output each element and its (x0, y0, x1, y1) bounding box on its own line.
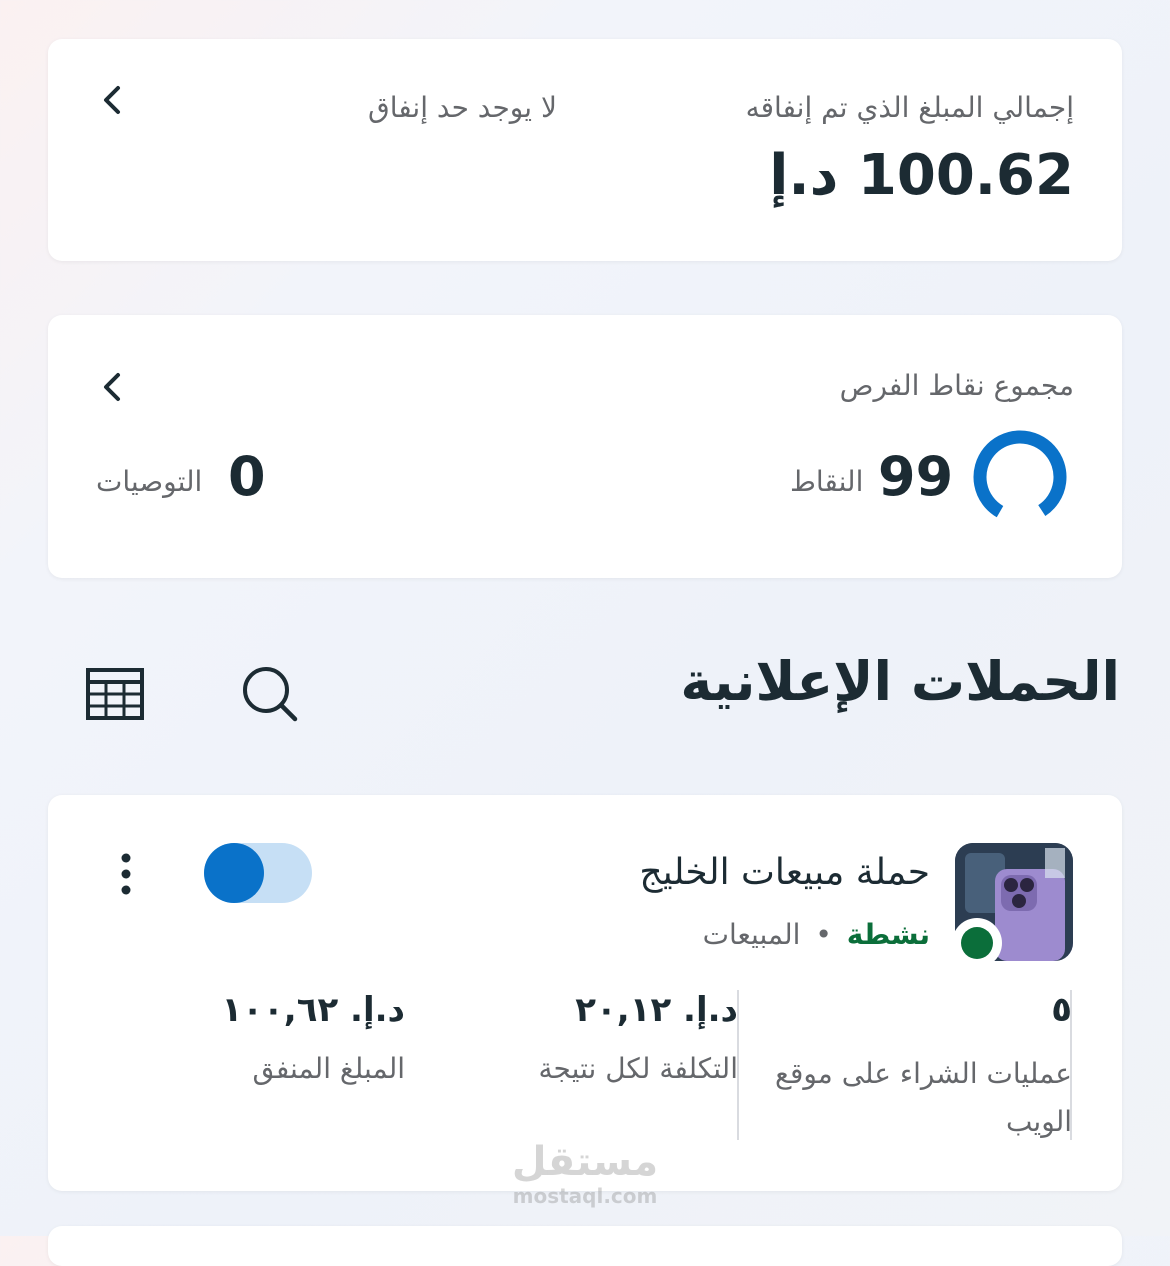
spend-label: إجمالي المبلغ الذي تم إنفاقه (745, 91, 1074, 124)
chevron-left-icon[interactable] (98, 370, 126, 404)
score-unit: النقاط (790, 465, 864, 498)
campaign-meta: نشطة • المبيعات (703, 918, 930, 951)
watermark-url: mostaql.com (512, 1184, 658, 1208)
section-title: الحملات الإعلانية (680, 650, 1120, 713)
metric-label-amount-spent: المبلغ المنفق (252, 1052, 405, 1085)
next-campaign-card[interactable] (48, 1226, 1122, 1266)
spend-summary-card[interactable]: إجمالي المبلغ الذي تم إنفاقه 100.62 د.إ … (48, 39, 1122, 261)
spend-amount: 100.62 د.إ (769, 143, 1074, 208)
status-dot-icon (952, 918, 1002, 968)
more-vertical-icon[interactable] (114, 852, 138, 896)
campaign-toggle[interactable] (204, 843, 312, 903)
score-gauge (972, 429, 1068, 529)
meta-separator: • (815, 918, 832, 951)
metric-value-purchases: ٥ (1051, 990, 1072, 1030)
table-icon[interactable] (86, 668, 144, 720)
recommendations-count: 0 (228, 445, 266, 508)
campaign-name[interactable]: حملة مبيعات الخليج (639, 852, 930, 893)
opportunity-score-card[interactable]: مجموع نقاط الفرص 99 النقاط 0 التوصيات (48, 315, 1122, 578)
watermark: مستقل mostaql.com (500, 1140, 670, 1208)
campaign-status: نشطة (846, 918, 930, 951)
metric-value-amount-spent: د.إ. ١٠٠,٦٢ (221, 990, 405, 1030)
metric-label-purchases: عمليات الشراء على موقع الويب (775, 1057, 1072, 1138)
campaign-objective: المبيعات (702, 918, 801, 951)
recommendations-label: التوصيات (96, 465, 203, 498)
toggle-knob (204, 843, 264, 903)
search-icon[interactable] (240, 664, 300, 724)
metric-value-cost-per-result: د.إ. ٢٠,١٢ (575, 990, 738, 1030)
score-value: 99 (878, 445, 954, 508)
metric-label-cost-per-result: التكلفة لكل نتيجة (538, 1052, 738, 1085)
opportunity-label: مجموع نقاط الفرص (839, 369, 1074, 402)
watermark-logo: مستقل (511, 1139, 659, 1185)
spend-limit-text: لا يوجد حد إنفاق (368, 91, 557, 124)
chevron-left-icon[interactable] (98, 83, 126, 117)
